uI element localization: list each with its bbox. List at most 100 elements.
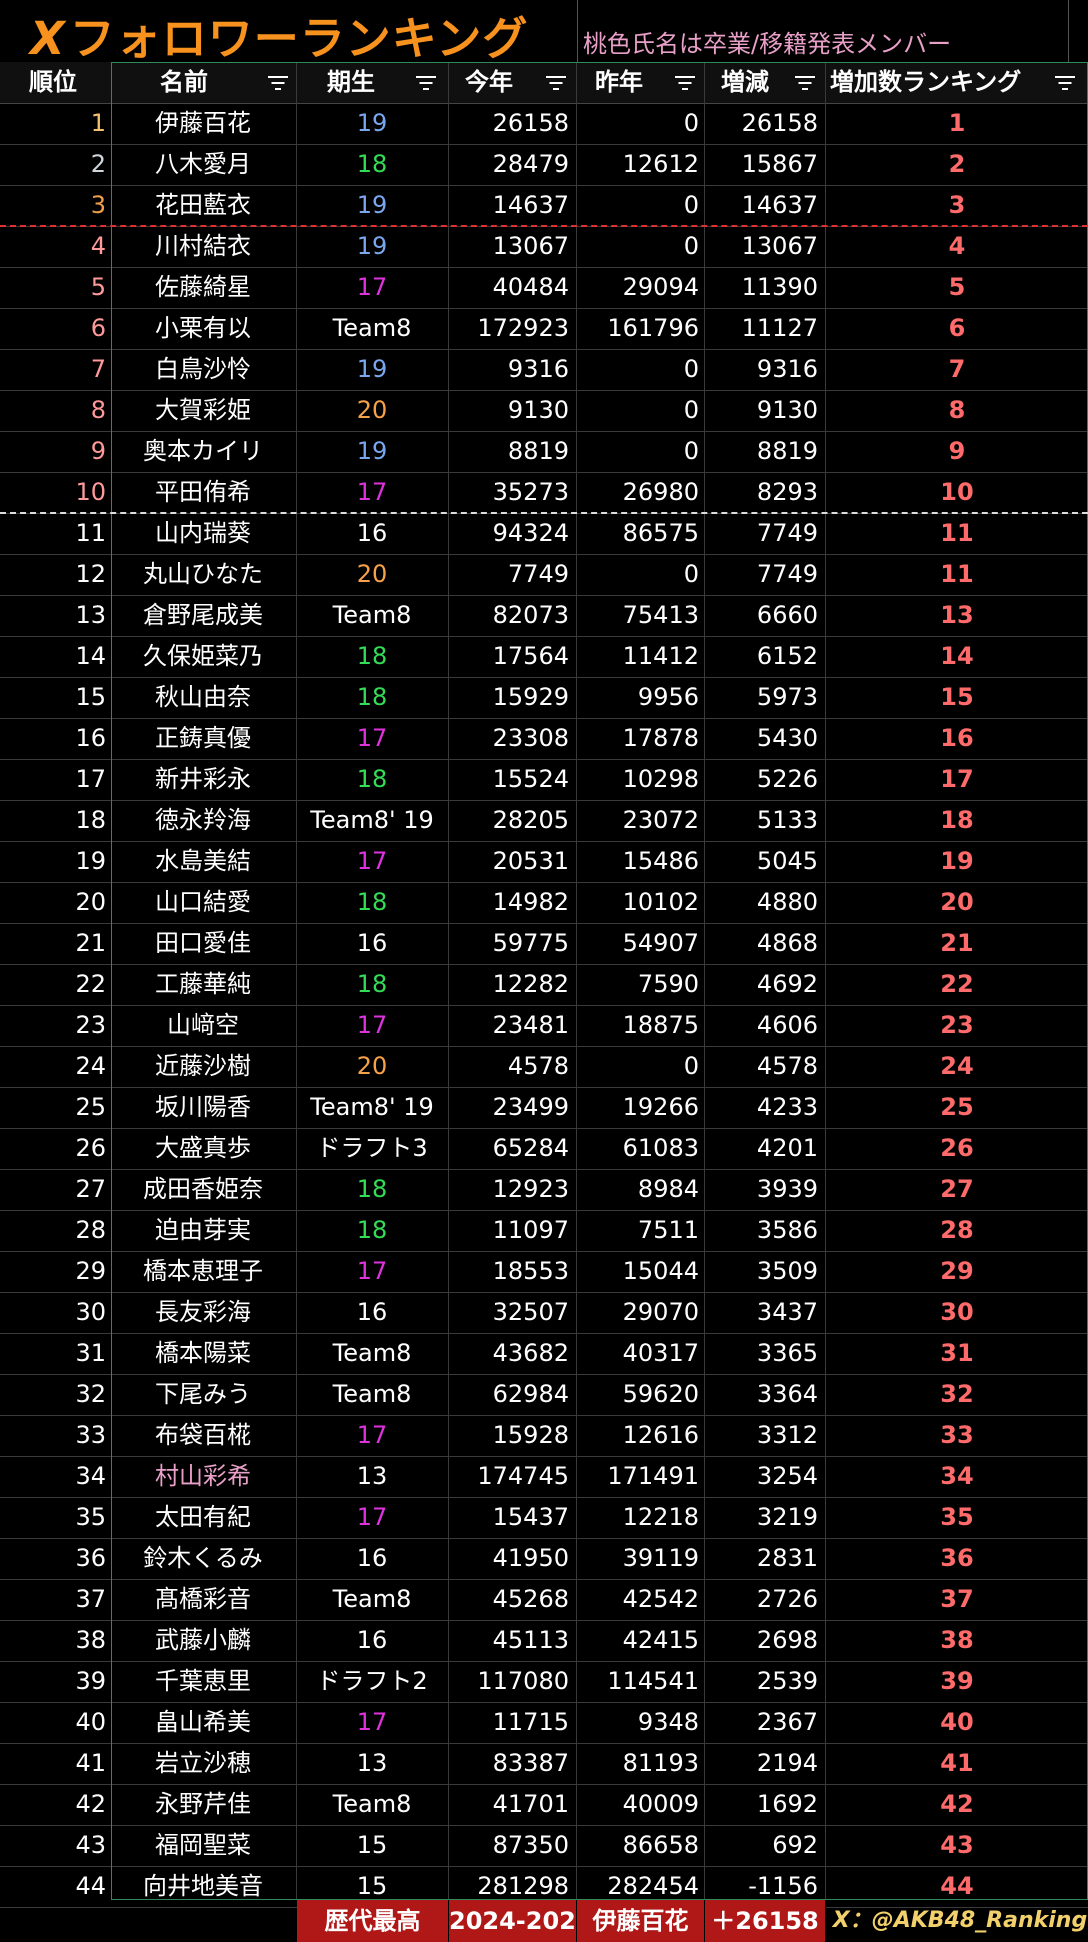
- table-row: 2 八木愛月 18 28479 12612 15867 2: [0, 144, 1088, 186]
- diff-cell: 4880: [756, 888, 818, 916]
- inc-rank-cell: 42: [940, 1790, 974, 1818]
- prev-cell: 39119: [622, 1544, 699, 1572]
- name-cell: 山内瑞葵: [155, 519, 251, 547]
- diff-cell: 9130: [756, 396, 818, 424]
- inc-rank-cell: 34: [940, 1462, 974, 1490]
- gen-cell: 19: [356, 355, 388, 383]
- filter-icon[interactable]: [794, 73, 816, 93]
- gen-cell: Team8: [332, 1339, 412, 1367]
- diff-cell: 26158: [741, 109, 818, 137]
- inc-rank-cell: 18: [940, 806, 974, 834]
- inc-rank-cell: 6: [948, 314, 966, 342]
- diff-cell: 7749: [756, 560, 818, 588]
- gen-cell: 18: [356, 683, 388, 711]
- diff-cell: 5226: [756, 765, 818, 793]
- gen-cell: 19: [356, 232, 388, 260]
- filter-icon[interactable]: [267, 73, 289, 93]
- table-row: 3 花田藍衣 19 14637 0 14637 3: [0, 185, 1088, 227]
- diff-cell: 5973: [756, 683, 818, 711]
- rank-cell: 26: [75, 1134, 106, 1162]
- rank-cell: 42: [75, 1790, 106, 1818]
- rank-cell: 27: [75, 1175, 106, 1203]
- diff-cell: 2367: [756, 1708, 818, 1736]
- diff-cell: 6152: [756, 642, 818, 670]
- gen-cell: Team8' 19: [310, 806, 434, 834]
- now-cell: 32507: [492, 1298, 569, 1326]
- gen-cell: 18: [356, 765, 388, 793]
- now-cell: 18553: [492, 1257, 569, 1285]
- diff-cell: 3437: [756, 1298, 818, 1326]
- prev-cell: 42542: [622, 1585, 699, 1613]
- now-cell: 12282: [492, 970, 569, 998]
- rank-cell: 1: [90, 109, 106, 137]
- prev-cell: 9348: [637, 1708, 699, 1736]
- diff-cell: 13067: [741, 232, 818, 260]
- prev-cell: 59620: [622, 1380, 699, 1408]
- prev-cell: 0: [683, 355, 699, 383]
- filter-icon[interactable]: [545, 73, 567, 93]
- corner-rule: [1068, 0, 1069, 62]
- rank-cell: 16: [75, 724, 106, 752]
- diff-cell: 8293: [756, 478, 818, 506]
- header-rank: 順位: [29, 68, 77, 96]
- filter-icon[interactable]: [415, 73, 437, 93]
- name-cell: 畠山希美: [155, 1708, 251, 1736]
- graduate-note: 桃色氏名は卒業/移籍発表メンバー: [583, 30, 952, 58]
- rank-cell: 28: [75, 1216, 106, 1244]
- name-cell: 大賀彩姫: [155, 396, 251, 424]
- grid-line: [111, 62, 1088, 63]
- gen-cell: 17: [356, 478, 388, 506]
- table-row: 12 丸山ひなた 20 7749 0 7749 11: [0, 554, 1088, 596]
- rank-cell: 6: [90, 314, 106, 342]
- inc-rank-cell: 37: [940, 1585, 974, 1613]
- diff-cell: 15867: [741, 150, 818, 178]
- prev-cell: 10298: [622, 765, 699, 793]
- name-cell: 花田藍衣: [155, 191, 251, 219]
- gen-cell: 17: [356, 273, 388, 301]
- gen-cell: 17: [356, 1421, 388, 1449]
- gen-cell: 16: [356, 1544, 388, 1572]
- inc-rank-cell: 1: [948, 109, 966, 137]
- now-cell: 43682: [492, 1339, 569, 1367]
- inc-rank-cell: 15: [940, 683, 974, 711]
- gen-cell: 13: [356, 1462, 388, 1490]
- now-cell: 172923: [477, 314, 569, 342]
- gen-cell: 17: [356, 847, 388, 875]
- diff-cell: 4692: [756, 970, 818, 998]
- rank-cell: 35: [75, 1503, 106, 1531]
- record-label: 歴代最高: [297, 1900, 449, 1942]
- gen-cell: Team8: [332, 314, 412, 342]
- inc-rank-cell: 26: [940, 1134, 974, 1162]
- now-cell: 26158: [492, 109, 569, 137]
- filter-icon[interactable]: [674, 73, 696, 93]
- rank-cell: 23: [75, 1011, 106, 1039]
- diff-cell: 3364: [756, 1380, 818, 1408]
- filter-icon[interactable]: [1054, 73, 1076, 93]
- grid-line: [825, 62, 826, 1900]
- inc-rank-cell: 9: [948, 437, 966, 465]
- gen-cell: 16: [356, 929, 388, 957]
- name-cell: 平田侑希: [155, 478, 251, 506]
- rank-cell: 20: [75, 888, 106, 916]
- name-cell: 小栗有以: [155, 314, 251, 342]
- gen-cell: 18: [356, 888, 388, 916]
- name-cell: 久保姫菜乃: [143, 642, 263, 670]
- prev-cell: 0: [683, 1052, 699, 1080]
- diff-cell: 2698: [756, 1626, 818, 1654]
- name-cell: 丸山ひなた: [143, 560, 263, 588]
- now-cell: 15524: [492, 765, 569, 793]
- prev-cell: 18875: [622, 1011, 699, 1039]
- prev-cell: 15044: [622, 1257, 699, 1285]
- name-cell: 永野芹佳: [155, 1790, 251, 1818]
- credit-handle: X：@AKB48_Ranking: [832, 1908, 1088, 1933]
- name-cell: 橋本陽菜: [155, 1339, 251, 1367]
- name-cell: 倉野尾成美: [143, 601, 263, 629]
- grid-line: [576, 62, 577, 1900]
- inc-rank-cell: 21: [940, 929, 974, 957]
- header-gen: 期生: [327, 68, 375, 96]
- inc-rank-cell: 32: [940, 1380, 974, 1408]
- table-row: 20 山口結愛 18 14982 10102 4880 20: [0, 882, 1088, 924]
- name-cell: 岩立沙穂: [155, 1749, 251, 1777]
- name-cell: 迫由芽実: [155, 1216, 251, 1244]
- gen-cell: 16: [356, 1626, 388, 1654]
